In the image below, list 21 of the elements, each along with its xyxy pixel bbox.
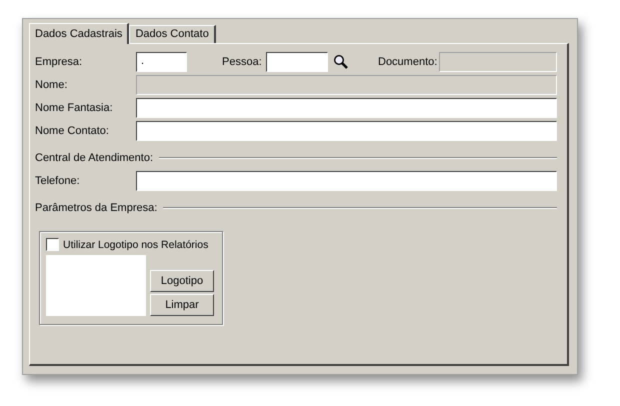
tab[interactable]: Dados Cadastrais <box>29 23 130 44</box>
input-field[interactable] <box>136 98 557 118</box>
field-label: Pessoa: <box>222 56 263 68</box>
field-label: Nome Fantasia: <box>35 102 114 114</box>
input-field[interactable] <box>136 171 557 191</box>
checkbox-label[interactable]: Utilizar Logotipo nos Relatórios <box>63 238 208 250</box>
search-icon[interactable] <box>333 54 349 70</box>
section-title: Parâmetros da Empresa: <box>35 202 158 214</box>
action-button[interactable]: Limpar <box>150 294 214 316</box>
tab[interactable]: Dados Contato <box>129 25 216 43</box>
checkbox[interactable] <box>46 238 59 251</box>
action-button[interactable]: Logotipo <box>150 270 214 292</box>
input-field[interactable] <box>136 121 557 141</box>
field-label: Empresa: <box>35 56 84 68</box>
section-title: Central de Atendimento: <box>35 152 154 164</box>
input-field[interactable]: . <box>136 52 187 72</box>
field-label: Telefone: <box>35 175 81 187</box>
field-label: Documento: <box>378 56 438 68</box>
field-label: Nome Contato: <box>35 125 110 137</box>
input-field[interactable] <box>266 52 328 72</box>
field-label: Nome: <box>35 79 68 91</box>
